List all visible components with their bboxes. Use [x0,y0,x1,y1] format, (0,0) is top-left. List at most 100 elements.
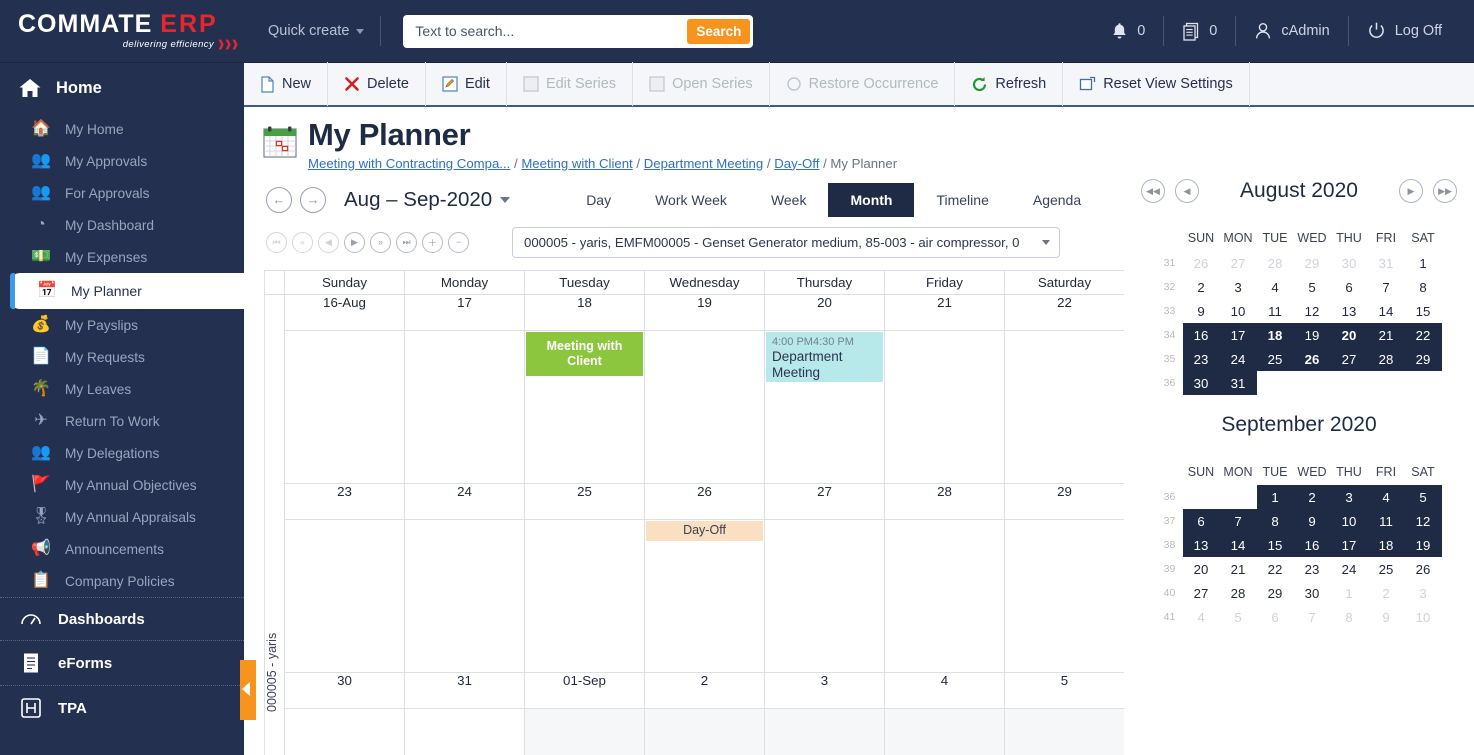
mini-calendar-day[interactable]: 17 [1330,533,1368,557]
mini-calendar-day[interactable]: 23 [1294,557,1331,581]
mini-calendar-day[interactable]: 28 [1367,347,1405,371]
mini-calendar-day[interactable]: 5 [1404,485,1442,509]
mini-calendar-day[interactable]: 16 [1293,533,1331,557]
sidebar-item-my-annual-objectives[interactable]: 🚩 My Annual Objectives [0,469,244,501]
mini-calendar-day[interactable]: 5 [1294,275,1331,299]
mini-calendar-day[interactable]: 10 [1405,605,1442,629]
mini-calendar-day[interactable]: 12 [1404,509,1442,533]
calendar-day-number[interactable]: 18 [524,293,645,331]
sidebar-item-my-annual-appraisals[interactable]: 🎖 My Annual Appraisals [0,501,244,533]
sidebar-item-my-requests[interactable]: 📄 My Requests [0,341,244,373]
mini-calendar-day[interactable]: 15 [1405,299,1442,323]
sidebar-section-tpa[interactable]: TPA [0,685,244,730]
calendar-day-number[interactable]: 29 [1004,482,1125,520]
mini-calendar-day[interactable]: 29 [1404,347,1442,371]
resource-select[interactable]: 000005 - yaris, EMFM00005 - Genset Gener… [512,226,1060,258]
mini-calendar-day[interactable]: 28 [1220,581,1257,605]
mini-calendar-day[interactable]: 26 [1183,251,1220,275]
calendar-day-number[interactable]: 01-Sep [524,671,645,709]
sidebar-collapse-handle[interactable] [240,660,256,720]
prev-period-button[interactable]: ← [266,186,292,213]
calendar-day-number[interactable]: 3 [764,671,885,709]
mini-calendar-day[interactable]: 30 [1331,251,1368,275]
calendar-day-cell[interactable] [884,707,1005,755]
last-month-button[interactable]: ▶▶ [1433,179,1457,203]
prev-month-button[interactable]: ◀ [1175,179,1199,203]
mini-calendar-day[interactable]: 2 [1183,275,1220,299]
calendar-day-cell[interactable] [764,707,885,755]
mini-calendar-day[interactable]: 2 [1368,581,1405,605]
mini-calendar-day[interactable]: 10 [1220,299,1257,323]
calendar-day-number[interactable]: 31 [404,671,525,709]
view-tab-day[interactable]: Day [564,183,633,217]
refresh-button[interactable]: Refresh [955,62,1064,106]
calendar-day-number[interactable]: 16-Aug [284,293,405,331]
mini-calendar-day[interactable]: 4 [1183,605,1220,629]
mini-calendar-day[interactable]: 13 [1331,299,1368,323]
mini-calendar-day[interactable]: 25 [1256,347,1294,371]
mini-calendar-day[interactable]: 27 [1330,347,1368,371]
calendar-day-cell[interactable] [1004,707,1125,755]
breadcrumb-item[interactable]: Day-Off [774,156,819,171]
mini-calendar-day[interactable]: 6 [1331,275,1368,299]
mini-calendar-day[interactable]: 13 [1182,533,1220,557]
mini-calendar-day[interactable]: 7 [1294,605,1331,629]
mini-calendar-day[interactable]: 9 [1368,605,1405,629]
delete-button[interactable]: Delete [328,62,426,106]
sidebar-item-my-leaves[interactable]: 🌴 My Leaves [0,373,244,405]
calendar-day-number[interactable]: 25 [524,482,645,520]
mini-calendar-day[interactable]: 18 [1367,533,1405,557]
new-button[interactable]: New [244,62,329,106]
calendar-day-number[interactable]: 27 [764,482,885,520]
sidebar-item-my-dashboard[interactable]: ◔ My Dashboard [0,209,244,241]
mini-calendar-day[interactable]: 27 [1183,581,1220,605]
mini-calendar-day[interactable]: 20 [1183,557,1220,581]
calendar-day-number[interactable]: 20 [764,293,885,331]
date-range-selector[interactable]: Aug – Sep-2020 [344,188,511,212]
mini-calendar-day[interactable]: 3 [1330,485,1368,509]
next-period-button[interactable]: → [300,186,326,213]
calendar-day-cell[interactable] [284,329,405,484]
mini-calendar-day[interactable]: 28 [1257,251,1294,275]
breadcrumb-item[interactable]: Department Meeting [644,156,763,171]
calendar-day-cell[interactable] [644,707,765,755]
mini-calendar-day[interactable]: 22 [1404,323,1442,347]
mini-calendar-day[interactable]: 3 [1405,581,1442,605]
mini-calendar-day[interactable]: 24 [1219,347,1257,371]
next-page-button[interactable]: » [370,231,391,253]
breadcrumb-item[interactable]: Meeting with Contracting Compa... [308,156,510,171]
mini-calendar-day[interactable]: 26 [1405,557,1442,581]
mini-calendar-day[interactable]: 25 [1368,557,1405,581]
mini-calendar-day[interactable]: 22 [1257,557,1294,581]
mini-calendar-day[interactable]: 19 [1404,533,1442,557]
breadcrumb-item[interactable]: Meeting with Client [521,156,632,171]
brand-logo[interactable]: COMMATE ERP delivering efficiency ❱❱❱ [0,0,244,63]
sidebar-item-for-approvals[interactable]: 👥 For Approvals [0,177,244,209]
mini-calendar-day[interactable]: 1 [1405,251,1442,275]
calendar-day-number[interactable]: 30 [284,671,405,709]
mini-calendar-day[interactable]: 7 [1368,275,1405,299]
calendar-event[interactable]: Day-Off [646,520,763,541]
search-box[interactable]: Search [403,14,754,48]
mini-calendar-day[interactable]: 19 [1293,323,1331,347]
next-button[interactable]: ▶ [344,231,365,253]
mini-calendar-day[interactable]: 6 [1257,605,1294,629]
next-month-button[interactable]: ▶ [1399,179,1423,203]
sidebar-item-my-home[interactable]: 🏠 My Home [0,113,244,145]
mini-calendar-day[interactable]: 11 [1367,509,1405,533]
calendar-event[interactable]: Meeting with Client [526,331,643,376]
notifications-button[interactable]: 0 [1093,16,1163,46]
mini-calendar-day[interactable]: 11 [1257,299,1294,323]
calendar-day-number[interactable]: 26 [644,482,765,520]
mini-calendar-day[interactable]: 21 [1220,557,1257,581]
sidebar-section-eforms[interactable]: eForms [0,640,244,685]
mini-calendar-day[interactable]: 4 [1367,485,1405,509]
mini-calendar-day[interactable]: 27 [1220,251,1257,275]
search-input[interactable] [415,23,688,39]
mini-calendar-day[interactable]: 21 [1367,323,1405,347]
sidebar-item-my-expenses[interactable]: 💵 My Expenses [0,241,244,273]
calendar-day-number[interactable]: 19 [644,293,765,331]
mini-calendar-day[interactable]: 30 [1294,581,1331,605]
sidebar-item-my-planner[interactable]: 📅 My Planner [10,273,244,309]
calendar-day-cell[interactable] [284,707,405,755]
